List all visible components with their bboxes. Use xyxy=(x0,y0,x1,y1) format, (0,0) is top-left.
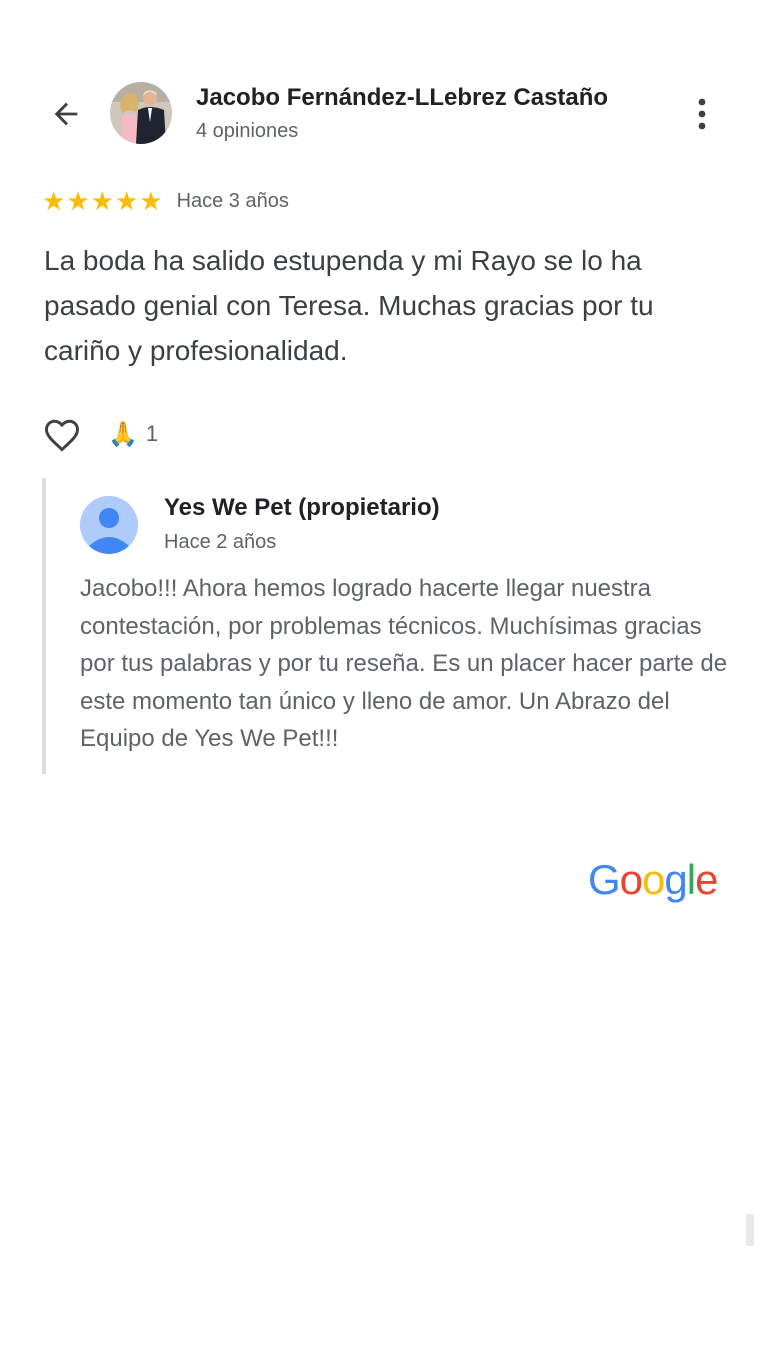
google-logo-letter: e xyxy=(695,856,718,903)
owner-name: Yes We Pet (propietario) xyxy=(164,494,440,521)
google-logo-letter: o xyxy=(619,856,643,903)
rating-row: ★ ★ ★ ★ ★ Hace 3 años xyxy=(42,186,289,216)
owner-avatar-icon xyxy=(80,496,138,554)
review-date: Hace 3 años xyxy=(176,189,289,212)
owner-reply: Yes We Pet (propietario) Hace 2 años Jac… xyxy=(42,478,736,774)
owner-reply-text: Jacobo!!! Ahora hemos logrado hacerte ll… xyxy=(80,575,728,752)
star-icon: ★ xyxy=(90,186,114,216)
google-logo-letter: G xyxy=(588,856,621,903)
review-text: La boda ha salido estupenda y mi Rayo se… xyxy=(44,245,654,366)
owner-reply-date: Hace 2 años xyxy=(164,531,277,553)
google-logo-letter: g xyxy=(664,856,687,903)
pray-emoji-icon[interactable]: 🙏 xyxy=(108,420,138,449)
reviewer-name[interactable]: Jacobo Fernández-LLebrez Castaño xyxy=(196,84,608,112)
more-vert-icon xyxy=(698,98,706,130)
google-logo: Google xyxy=(588,856,718,904)
back-button[interactable] xyxy=(44,92,88,136)
arrow-back-icon xyxy=(54,102,78,126)
like-button[interactable] xyxy=(42,414,82,454)
star-icon: ★ xyxy=(66,186,90,216)
review-header: Jacobo Fernández-LLebrez Castaño 4 opini… xyxy=(0,78,768,150)
reviewer-avatar[interactable] xyxy=(110,82,172,144)
reaction-count: 1 xyxy=(145,421,159,446)
scrollbar[interactable] xyxy=(746,1214,754,1246)
star-icon: ★ xyxy=(42,186,66,216)
star-rating: ★ ★ ★ ★ ★ xyxy=(42,188,163,214)
reviewer-review-count: 4 opiniones xyxy=(196,120,299,142)
google-logo-letter: o xyxy=(642,856,665,903)
reactions-row: 🙏 1 xyxy=(42,414,158,454)
heart-outline-icon xyxy=(44,419,80,452)
google-logo-letter: l xyxy=(686,856,696,903)
more-options-button[interactable] xyxy=(684,92,720,136)
star-icon: ★ xyxy=(114,186,139,216)
star-icon: ★ xyxy=(139,186,163,216)
